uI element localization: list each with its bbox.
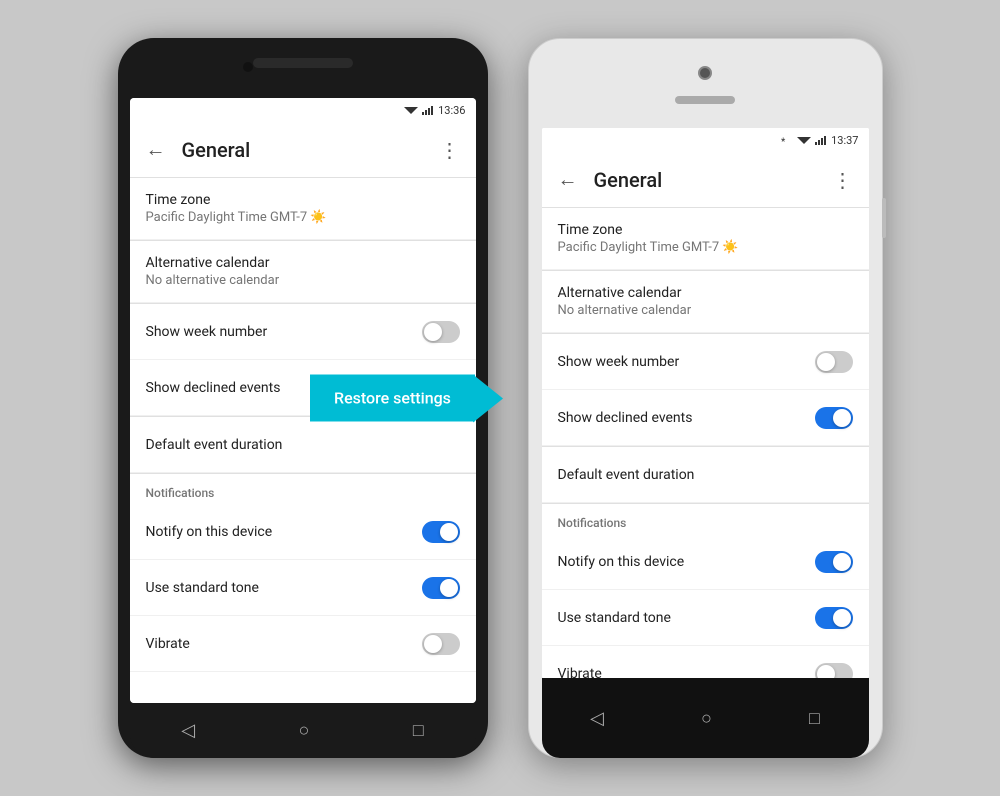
altcal-label-left: Alternative calendar [146,255,460,271]
timezone-sublabel-right: Pacific Daylight Time GMT-7 ☀️ [558,240,853,255]
nav-recent-icon-left[interactable]: □ [413,720,424,741]
time-left: 13:36 [438,104,465,117]
declined-label-right: Show declined events [558,410,815,426]
setting-notify-right[interactable]: Notify on this device [542,534,869,590]
camera-icon-left [243,62,253,72]
nav-back-icon-left[interactable]: ◁ [181,720,195,741]
setting-vibrate-left[interactable]: Vibrate [130,616,476,672]
tone-label-left: Use standard tone [146,580,422,596]
settings-list-left: Time zone Pacific Daylight Time GMT-7 ☀️… [130,178,476,672]
toggle-tone-right[interactable] [815,607,853,629]
time-right: 13:37 [831,134,858,147]
page-title-right: General [594,168,817,192]
toggle-notify-right[interactable] [815,551,853,573]
altcal-label-right: Alternative calendar [558,285,853,301]
toggle-vibrate-right[interactable] [815,663,853,679]
back-button-left[interactable]: ← [146,137,166,162]
speaker-right [675,96,735,104]
status-bar-left: 13:36 [130,98,476,122]
nav-recent-icon-right[interactable]: □ [809,708,820,729]
duration-label-right: Default event duration [558,467,853,483]
setting-declined-right[interactable]: Show declined events [542,390,869,446]
notify-label-right: Notify on this device [558,554,815,570]
setting-altcal-left[interactable]: Alternative calendar No alternative cale… [130,241,476,303]
app-header-right: ← General ⋮ [542,152,869,208]
nav-back-icon-right[interactable]: ◁ [590,708,604,729]
toggle-declined-right[interactable] [815,407,853,429]
setting-vibrate-right[interactable]: Vibrate [542,646,869,678]
toggle-notify-left[interactable] [422,521,460,543]
settings-list-right: Time zone Pacific Daylight Time GMT-7 ☀️… [542,208,869,678]
weeknum-label-left: Show week number [146,324,422,340]
restore-arrow[interactable]: Restore settings [310,375,475,422]
weeknum-label-right: Show week number [558,354,815,370]
nav-bar-left: ◁ ○ □ [130,703,476,758]
settings-content-left: Time zone Pacific Daylight Time GMT-7 ☀️… [130,178,476,703]
page-title-left: General [182,138,424,162]
power-button-right [882,198,886,238]
signal-icon [422,105,434,115]
section-notifications-left: Notifications [130,474,476,504]
setting-tone-right[interactable]: Use standard tone [542,590,869,646]
altcal-sublabel-left: No alternative calendar [146,273,460,288]
notify-label-left: Notify on this device [146,524,422,540]
setting-notify-left[interactable]: Notify on this device [130,504,476,560]
setting-weeknum-left[interactable]: Show week number [130,304,476,360]
nav-home-icon-left[interactable]: ○ [299,720,310,741]
toggle-weeknum-left[interactable] [422,321,460,343]
signal-icon-right [815,135,827,145]
timezone-label-right: Time zone [558,222,853,238]
section-notifications-right: Notifications [542,504,869,534]
screen-right: * 13:37 ← General ⋮ Time zone [542,128,869,678]
right-phone: * 13:37 ← General ⋮ Time zone [528,38,883,758]
svg-text:*: * [781,137,786,145]
setting-altcal-right[interactable]: Alternative calendar No alternative cale… [542,271,869,333]
speaker-left [253,58,353,68]
duration-label-left: Default event duration [146,437,460,453]
status-bar-right: * 13:37 [542,128,869,152]
setting-tone-left[interactable]: Use standard tone [130,560,476,616]
app-header-left: ← General ⋮ [130,122,476,178]
bluetooth-icon: * [781,135,793,145]
back-button-right[interactable]: ← [558,167,578,192]
altcal-sublabel-right: No alternative calendar [558,303,853,318]
setting-timezone-left[interactable]: Time zone Pacific Daylight Time GMT-7 ☀️ [130,178,476,240]
wifi-icon [404,105,418,115]
setting-duration-right[interactable]: Default event duration [542,447,869,503]
setting-duration-left[interactable]: Default event duration [130,417,476,473]
vibrate-label-left: Vibrate [146,636,422,652]
tone-label-right: Use standard tone [558,610,815,626]
timezone-sublabel-left: Pacific Daylight Time GMT-7 ☀️ [146,210,460,225]
toggle-weeknum-right[interactable] [815,351,853,373]
camera-icon-right [698,66,712,80]
menu-button-right[interactable]: ⋮ [833,168,853,192]
toggle-tone-left[interactable] [422,577,460,599]
toggle-vibrate-left[interactable] [422,633,460,655]
setting-weeknum-right[interactable]: Show week number [542,334,869,390]
nav-home-icon-right[interactable]: ○ [701,708,712,729]
menu-button-left[interactable]: ⋮ [440,138,460,162]
timezone-label-left: Time zone [146,192,460,208]
wifi-icon-right [797,135,811,145]
settings-content-right: Time zone Pacific Daylight Time GMT-7 ☀️… [542,208,869,678]
setting-timezone-right[interactable]: Time zone Pacific Daylight Time GMT-7 ☀️ [542,208,869,270]
vibrate-label-right: Vibrate [558,666,815,679]
restore-button[interactable]: Restore settings [310,375,475,422]
nav-bar-right: ◁ ○ □ [542,678,869,758]
